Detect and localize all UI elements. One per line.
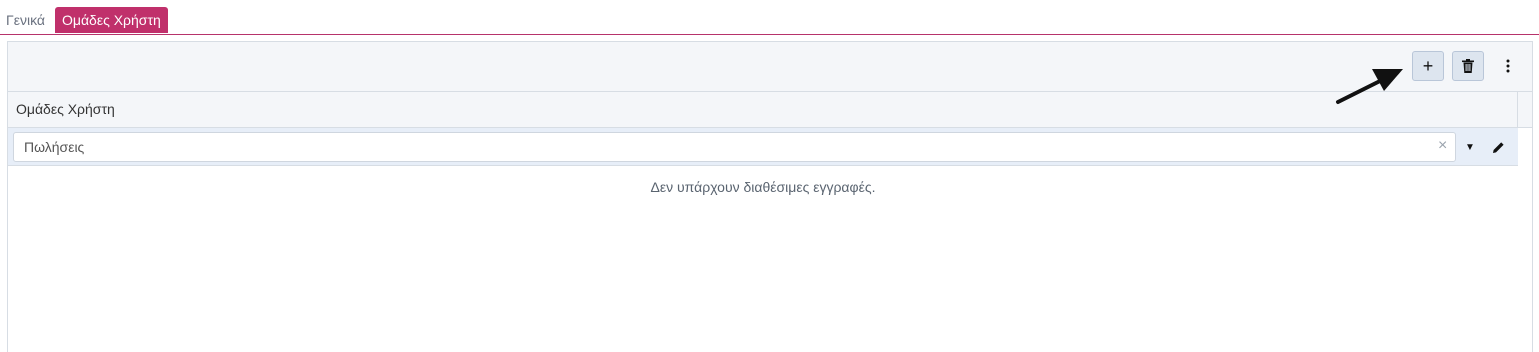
annotation-arrow-icon (1336, 69, 1403, 104)
